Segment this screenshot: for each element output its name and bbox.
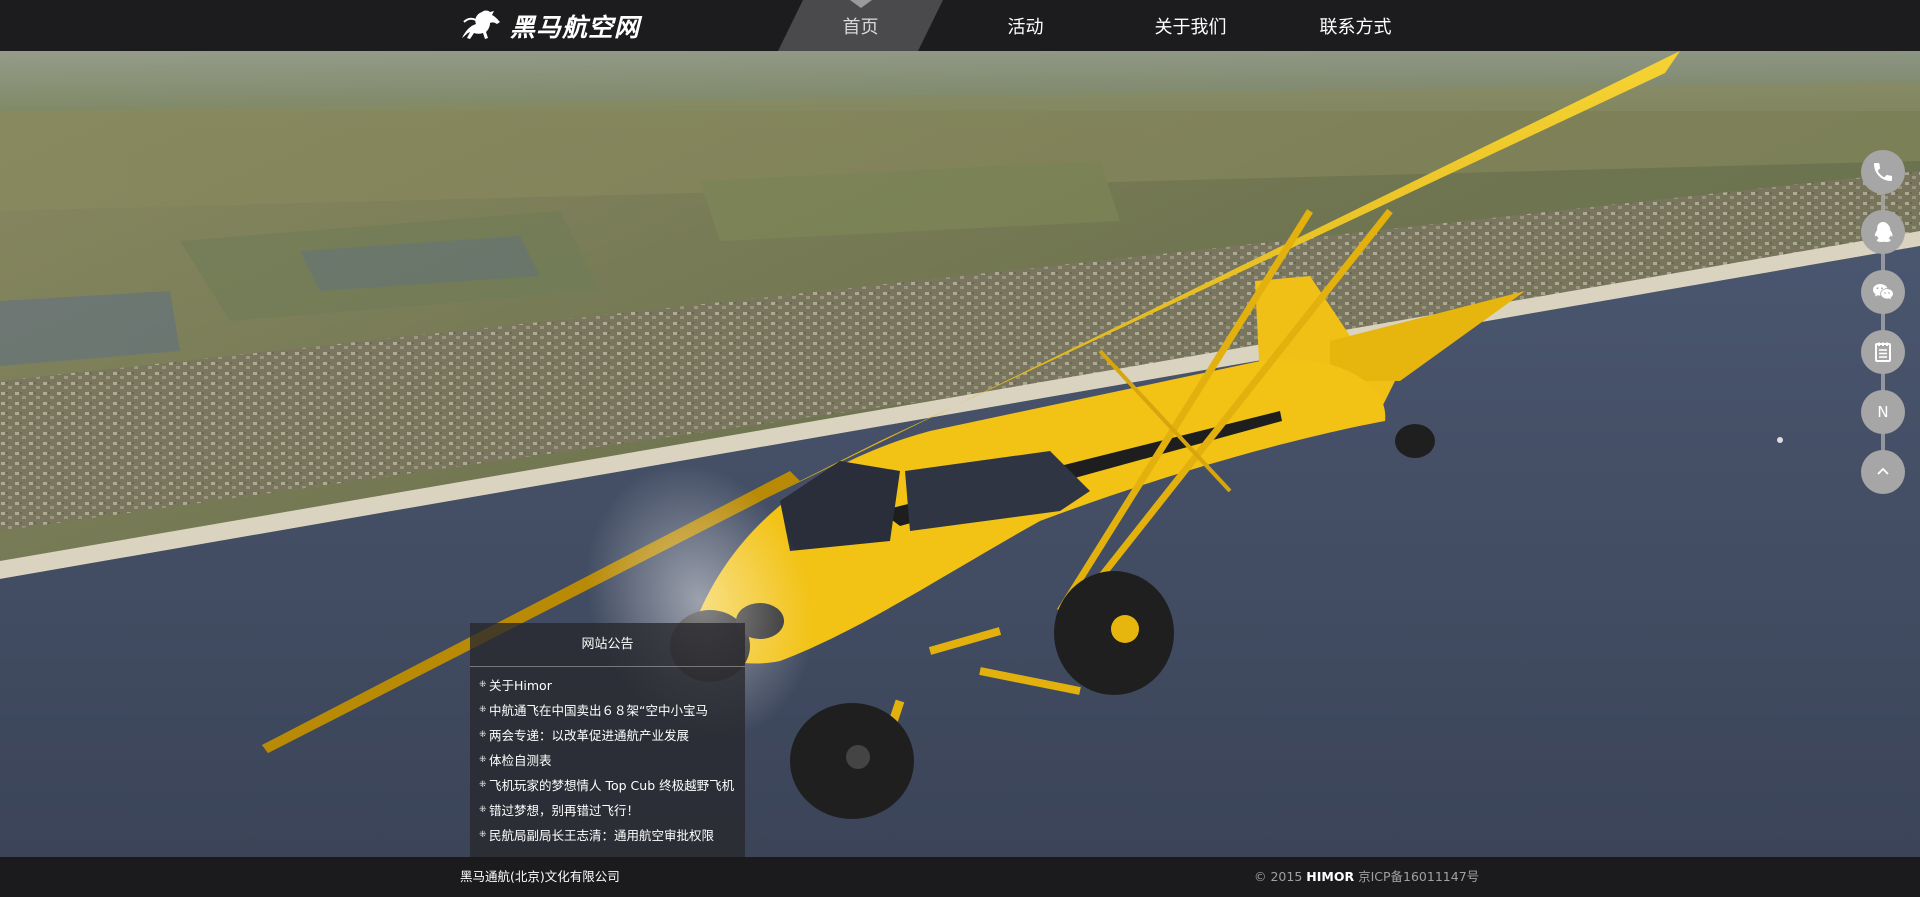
- announcement-item[interactable]: ⁜ 民航局副局长王志清：通用航空审批权限: [479, 823, 745, 848]
- announcement-text: 体检自测表: [489, 753, 552, 768]
- qq-icon: [1874, 222, 1893, 242]
- announcement-text: 民航局副局长王志清：通用航空审批权限: [489, 828, 715, 843]
- footer: 黑马通航(北京)文化有限公司 © 2015 HIMOR 京ICP备1601114…: [0, 857, 1920, 897]
- announcement-text: 错过梦想，别再错过飞行！: [489, 803, 640, 818]
- main-nav: 首页 活动 关于我们 联系方式: [778, 0, 1438, 51]
- footer-brand: HIMOR: [1306, 869, 1355, 884]
- announcement-text: 中航通飞在中国卖出６８架“空中小宝马: [489, 703, 708, 718]
- n-label: N: [1877, 403, 1889, 421]
- n-button[interactable]: N: [1861, 390, 1905, 434]
- nav-item-activities[interactable]: 活动: [943, 0, 1108, 51]
- qq-button[interactable]: [1861, 210, 1905, 254]
- nav-item-about[interactable]: 关于我们: [1108, 0, 1273, 51]
- announcement-text: 关于Himor: [489, 678, 552, 693]
- announcement-item[interactable]: ⁜ 体检自测表: [479, 748, 745, 773]
- active-caret-icon: [849, 0, 872, 8]
- wechat-icon: [1873, 284, 1893, 300]
- nav-label: 活动: [1007, 16, 1044, 38]
- announcement-text: 飞机玩家的梦想情人 Top Cub 终极越野飞机: [489, 778, 735, 793]
- back-to-top-button[interactable]: [1861, 450, 1905, 494]
- bullet-icon: ⁜: [479, 730, 487, 740]
- up-arrow-icon: [1877, 467, 1889, 475]
- logo-text: 黑马航空网: [510, 13, 641, 42]
- footer-copyright: © 2015 HIMOR 京ICP备16011147号: [1254, 857, 1479, 897]
- notepad-button[interactable]: [1861, 330, 1905, 374]
- announcement-item[interactable]: ⁜ 两会专递：以改革促进通航产业发展: [479, 723, 745, 748]
- announcement-list: ⁜ 关于Himor ⁜ 中航通飞在中国卖出６８架“空中小宝马 ⁜ 两会专递：以改革促进…: [470, 673, 745, 848]
- announcement-item[interactable]: ⁜ 飞机玩家的梦想情人 Top Cub 终极越野飞机: [479, 773, 745, 798]
- footer-company: 黑马通航(北京)文化有限公司: [460, 869, 620, 884]
- nav-label: 首页: [842, 16, 879, 38]
- bullet-icon: ⁜: [479, 705, 487, 715]
- announcement-panel: 网站公告 ⁜ 关于Himor ⁜ 中航通飞在中国卖出６８架“空中小宝马 ⁜ 两会专递：…: [470, 623, 745, 857]
- copyright-year: © 2015: [1254, 869, 1303, 884]
- horse-logo-icon: [462, 10, 500, 39]
- phone-button[interactable]: [1861, 150, 1905, 194]
- nav-label: 关于我们: [1154, 16, 1227, 38]
- notepad-icon: [1875, 342, 1891, 362]
- announcement-text: 两会专递：以改革促进通航产业发展: [489, 728, 690, 743]
- announcement-item[interactable]: ⁜ 关于Himor: [479, 673, 745, 698]
- announcement-item[interactable]: ⁜ 中航通飞在中国卖出６８架“空中小宝马: [479, 698, 745, 723]
- announcement-title: 网站公告: [470, 623, 745, 667]
- hero-banner: 网站公告 ⁜ 关于Himor ⁜ 中航通飞在中国卖出６８架“空中小宝马 ⁜ 两会专递：…: [0, 51, 1920, 857]
- phone-icon: [1874, 163, 1892, 181]
- bullet-icon: ⁜: [479, 805, 487, 815]
- wechat-button[interactable]: [1861, 270, 1905, 314]
- nav-item-home[interactable]: 首页: [778, 0, 943, 51]
- hero-aircraft-image: [0, 51, 1920, 857]
- nav-item-contact[interactable]: 联系方式: [1273, 0, 1438, 51]
- site-logo[interactable]: 黑马航空网: [458, 8, 640, 44]
- nav-label: 联系方式: [1319, 16, 1392, 38]
- bullet-icon: ⁜: [479, 755, 487, 765]
- footer-icp[interactable]: 京ICP备16011147号: [1358, 869, 1479, 884]
- announcement-item[interactable]: ⁜ 错过梦想，别再错过飞行！: [479, 798, 745, 823]
- top-navbar: 黑马航空网 首页 活动 关于我们 联系方式: [0, 0, 1920, 51]
- bullet-icon: ⁜: [479, 780, 487, 790]
- bullet-icon: ⁜: [479, 680, 487, 690]
- bullet-icon: ⁜: [479, 830, 487, 840]
